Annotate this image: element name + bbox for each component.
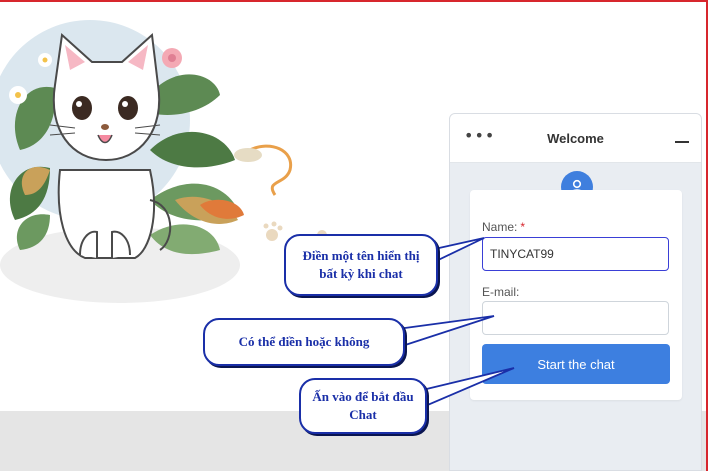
start-chat-button[interactable]: Start the chat [482,344,670,384]
chat-title: Welcome [547,130,604,146]
minimize-icon[interactable] [675,141,689,143]
name-hint-callout: Điền một tên hiển thị bất kỳ khi chat [284,234,438,296]
name-field[interactable] [482,237,669,271]
email-label: E-mail: [482,285,520,299]
pre-chat-form: Name:* E-mail: Start the chat [470,190,682,400]
email-field[interactable] [482,301,669,335]
email-hint-callout: Có thể điền hoặc không [203,318,405,366]
chat-widget: ••• Welcome Name:* E-mail: Start the cha… [449,113,702,471]
chat-header: ••• Welcome [450,114,701,163]
required-mark: * [520,220,526,234]
more-dots-icon[interactable]: ••• [464,126,495,145]
name-label: Name: * [482,220,526,234]
start-hint-callout: Ấn vào để bắt đầu Chat [299,378,427,434]
